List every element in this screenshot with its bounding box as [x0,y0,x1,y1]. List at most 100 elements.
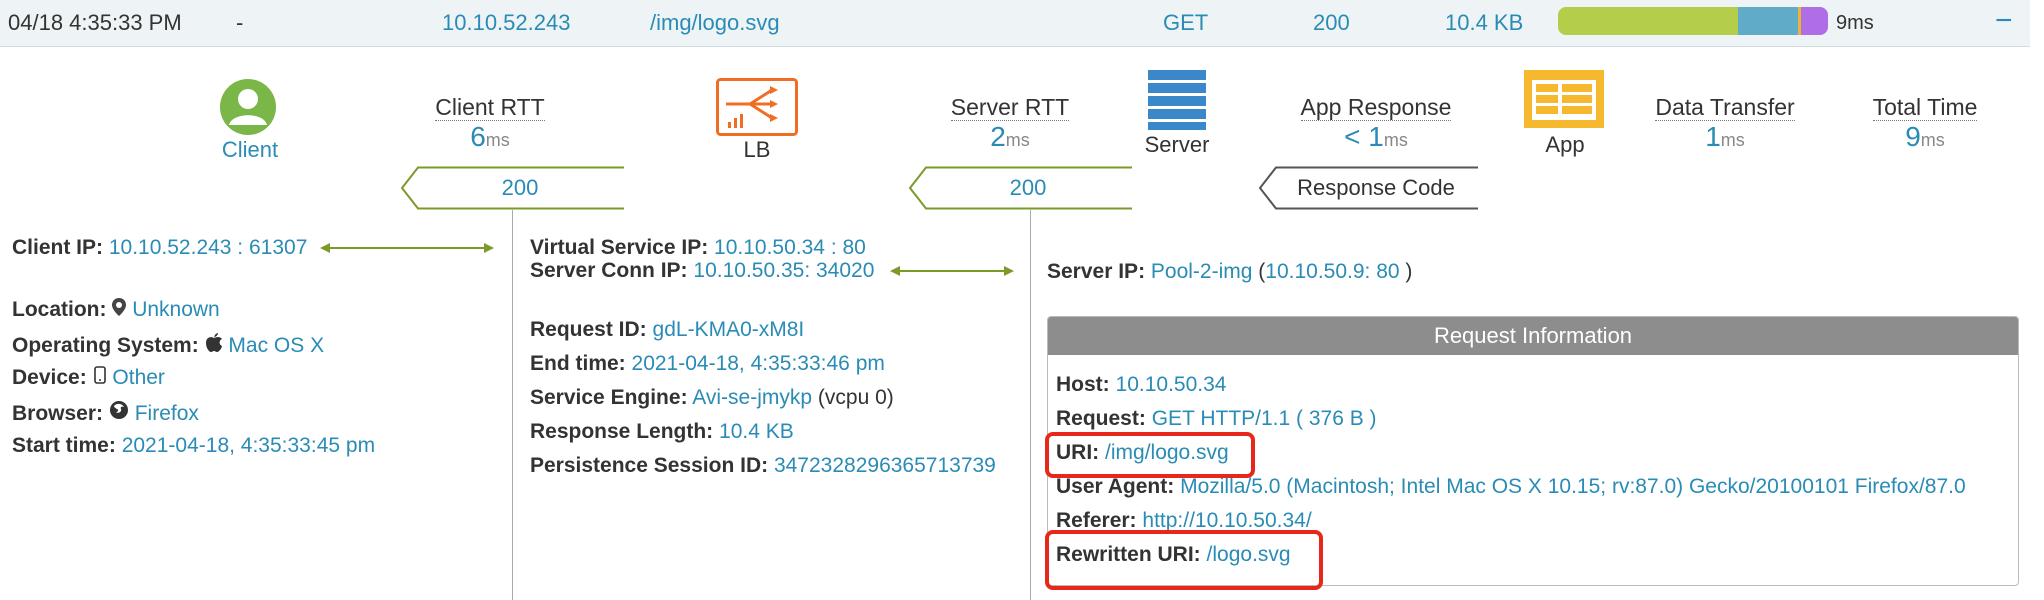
log-status[interactable]: 200 [1313,10,1350,36]
location-row: Location: Unknown [12,298,220,322]
log-timestamp: 04/18 4:35:33 PM [8,10,182,35]
request-value[interactable]: GET HTTP/1.1 ( 376 B ) [1152,407,1377,430]
log-total-time: 9ms [1836,12,1874,34]
app-icon [1524,70,1604,128]
location-label: Location: [12,298,107,321]
client-rtt-label: Client RTT [435,94,545,121]
vs-ip-label: Virtual Service IP: [530,236,709,259]
persistence-row: Persistence Session ID: 3472328296365713… [530,454,996,478]
server-conn-ip-label: Server Conn IP: [530,259,688,282]
request-information-title: Request Information [1048,317,2018,355]
server-node [1146,70,1208,135]
app-response-value: < 1 [1344,121,1384,152]
request-id-row: Request ID: gdL-KMA0-xM8I [530,318,804,342]
collapse-button[interactable]: − [1995,4,2013,38]
mobile-device-icon [93,366,113,389]
user-agent-row: User Agent: Mozilla/5.0 (Macintosh; Inte… [1056,475,1966,499]
location-value[interactable]: Unknown [132,298,220,321]
device-value[interactable]: Other [112,366,165,389]
server-label: Server [1144,132,1210,157]
request-label: Request: [1056,407,1146,430]
host-label: Host: [1056,373,1110,396]
log-client-ip[interactable]: 10.10.52.243 [442,10,570,36]
data-transfer-label: Data Transfer [1655,94,1795,121]
end-time-row: End time: 2021-04-18, 4:35:33:46 pm [530,352,885,376]
log-entry-row[interactable]: 04/18 4:35:33 PM - 10.10.52.243 /img/log… [0,0,2030,47]
server-ip-address[interactable]: 10.10.50.9: 80 [1265,260,1399,283]
server-pool-link[interactable]: Pool-2-img [1151,260,1253,283]
log-size[interactable]: 10.4 KB [1445,10,1523,36]
server-conn-ip-value[interactable]: 10.10.50.35: 34020 [693,259,874,282]
referer-label: Referer: [1056,509,1137,532]
request-id-value[interactable]: gdL-KMA0-xM8I [653,318,805,341]
service-engine-row: Service Engine: Avi-se-jmykp (vcpu 0) [530,386,894,410]
start-time-label: Start time: [12,434,116,457]
client-rtt-unit: ms [485,130,510,150]
app-response-unit: ms [1383,130,1408,150]
client-icon [220,79,276,135]
total-time: Total Time 9ms [1850,94,2000,153]
request-id-label: Request ID: [530,318,647,341]
start-time-value[interactable]: 2021-04-18, 4:35:33:45 pm [122,434,375,457]
end-time-value[interactable]: 2021-04-18, 4:35:33:46 pm [632,352,885,375]
lb-label: LB [743,137,771,162]
vs-ip-value[interactable]: 10.10.50.34 : 80 [714,236,866,259]
request-row: Request: GET HTTP/1.1 ( 376 B ) [1056,407,1377,431]
apple-icon [205,333,229,357]
server-rtt-unit: ms [1005,130,1030,150]
response-length-value[interactable]: 10.4 KB [719,420,794,443]
divider-lb-server [1030,210,1031,600]
host-row: Host: 10.10.50.34 [1056,373,1226,397]
client-ip-value[interactable]: 10.10.52.243 : 61307 [109,236,308,259]
response-code-label: Response Code [1297,175,1455,200]
user-agent-label: User Agent: [1056,475,1175,498]
persistence-value[interactable]: 3472328296365713739 [774,454,996,477]
os-row: Operating System: Mac OS X [12,332,324,358]
total-time-value: 9 [1905,121,1921,152]
service-engine-label: Service Engine: [530,386,688,409]
client-ip-label: Client IP: [12,236,104,259]
server-conn-ip-row: Server Conn IP: 10.10.50.35: 34020 [530,259,874,283]
server-rtt-label: Server RTT [950,94,1070,121]
log-uri[interactable]: /img/logo.svg [650,10,780,36]
client-node [218,78,282,141]
client-response-code: 200 [501,175,539,200]
firefox-icon [109,401,135,425]
service-engine-value[interactable]: Avi-se-jmykp [692,386,812,409]
client-lb-arrow-icon [320,243,494,253]
service-engine-vcpu: (vcpu 0) [817,386,894,409]
timing-segment-transfer [1801,7,1828,35]
app-label: App [1545,132,1585,157]
lb-server-arrow-icon [890,266,1014,276]
uri-highlight-box [1045,432,1255,478]
host-value[interactable]: 10.10.50.34 [1116,373,1227,396]
start-time-row: Start time: 2021-04-18, 4:35:33:45 pm [12,434,375,458]
data-transfer: Data Transfer 1ms [1640,94,1810,153]
total-time-unit: ms [1920,130,1945,150]
referer-value[interactable]: http://10.10.50.34/ [1142,509,1311,532]
divider-client-lb [512,210,513,600]
data-transfer-unit: ms [1720,130,1745,150]
server-ip-row: Server IP: Pool-2-img (10.10.50.9: 80 ) [1047,260,1412,284]
os-value[interactable]: Mac OS X [228,334,324,357]
timing-segment-server [1738,7,1798,35]
rewritten-uri-highlight-box [1045,530,1323,590]
timing-bar [1558,7,1828,35]
app-response-label: App Response [1300,94,1452,121]
timing-segment-client [1558,7,1738,35]
browser-value[interactable]: Firefox [135,402,199,425]
server-ip-close-paren: ) [1399,260,1413,283]
user-agent-value[interactable]: Mozilla/5.0 (Macintosh; Intel Mac OS X 1… [1180,475,1966,498]
lb-response-code: 200 [1009,175,1047,200]
end-time-label: End time: [530,352,626,375]
lb-node [716,78,798,141]
load-balancer-icon [716,78,798,136]
client-label: Client [221,137,279,162]
log-method[interactable]: GET [1163,10,1208,36]
app-node [1524,70,1604,133]
server-icon [1148,70,1206,130]
server-rtt-value: 2 [990,121,1006,152]
server-ip-label: Server IP: [1047,260,1146,283]
server-ip-open-paren: ( [1252,260,1266,283]
data-transfer-value: 1 [1705,121,1721,152]
